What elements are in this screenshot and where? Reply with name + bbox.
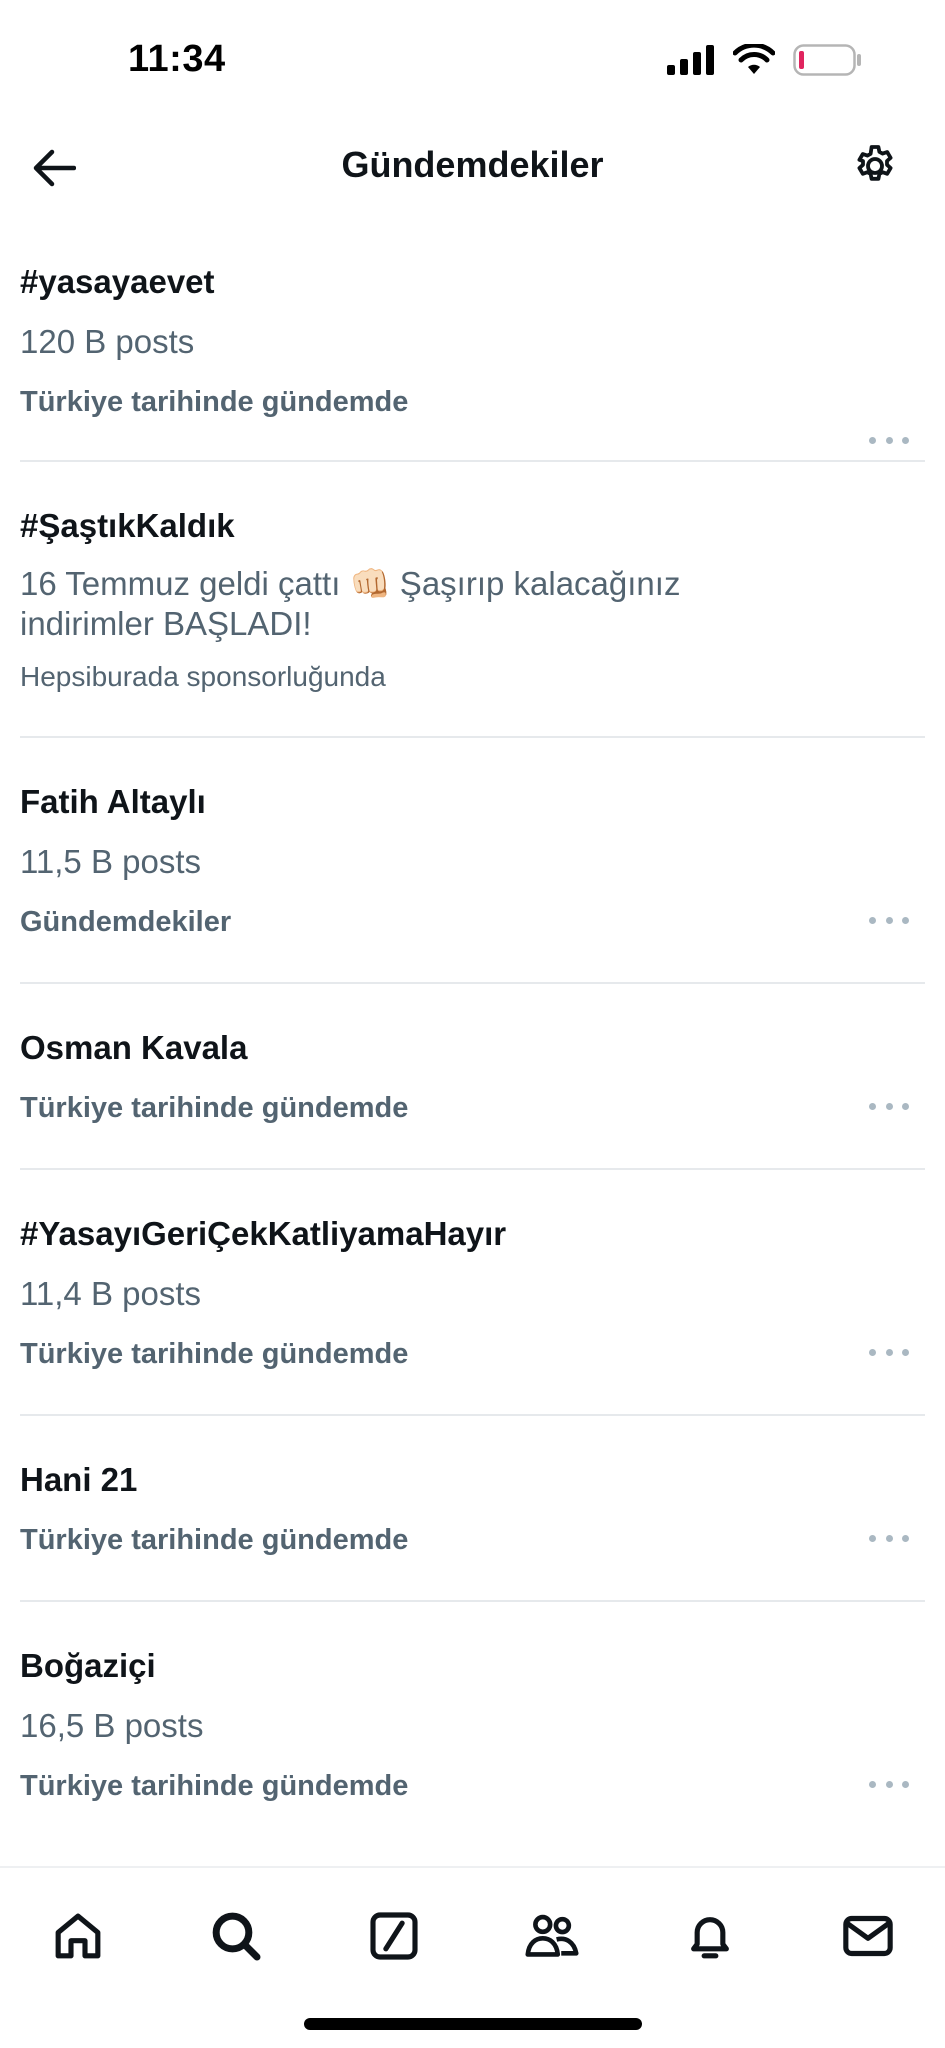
trend-context: Türkiye tarihinde gündemde (20, 1092, 409, 1124)
settings-button[interactable] (849, 140, 901, 192)
trend-context: Türkiye tarihinde gündemde (20, 1524, 409, 1556)
page-header: Gündemdekiler (0, 130, 945, 204)
trend-post-count: 120 B posts (20, 323, 195, 360)
tab-search[interactable] (196, 1896, 276, 1976)
more-button[interactable] (869, 1772, 909, 1796)
home-icon (55, 1913, 101, 1959)
page-title: Gündemdekiler (341, 144, 604, 185)
trend-context: Türkiye tarihinde gündemde (20, 386, 409, 418)
bottom-tab-bar (0, 1866, 945, 2048)
trend-item[interactable]: Fatih Altaylı 11,5 B posts Gündemdekiler (0, 738, 945, 982)
trend-name: Boğaziçi (20, 1647, 156, 1684)
tab-messages[interactable] (828, 1896, 908, 1976)
status-icons (667, 44, 863, 76)
more-button[interactable] (869, 908, 909, 932)
trend-context: Türkiye tarihinde gündemde (20, 1770, 409, 1802)
promoted-trend-item[interactable]: #ŞaştıkKaldık 16 Temmuz geldi çattı 👊🏻 Ş… (0, 462, 945, 736)
tab-home[interactable] (38, 1896, 118, 1976)
home-indicator[interactable] (304, 2018, 642, 2030)
promoted-description: 16 Temmuz geldi çattı 👊🏻 Şaşırıp kalacağ… (20, 564, 925, 644)
more-button[interactable] (869, 428, 909, 452)
trend-name: Hani 21 (20, 1461, 138, 1498)
status-bar: 11:34 (0, 0, 945, 110)
status-time: 11:34 (128, 38, 226, 80)
more-button[interactable] (869, 1526, 909, 1550)
tab-communities[interactable] (512, 1896, 592, 1976)
battery-icon (793, 44, 861, 76)
trend-item[interactable]: Osman Kavala Türkiye tarihinde gündemde (0, 984, 945, 1168)
sponsor-label: Hepsiburada sponsorluğunda (20, 661, 386, 692)
promoted-description-line: indirimler BAŞLADI! (20, 605, 312, 642)
trend-item[interactable]: Hani 21 Türkiye tarihinde gündemde (0, 1416, 945, 1600)
trend-post-count: 16,5 B posts (20, 1707, 204, 1744)
wifi-icon (733, 44, 775, 74)
trend-name: #YasayıGeriÇekKatliyamaHayır (20, 1215, 507, 1252)
messages-icon (843, 1915, 893, 1957)
trend-post-count: 11,4 B posts (20, 1275, 202, 1312)
notifications-icon (691, 1917, 729, 1959)
trend-item[interactable]: Boğaziçi 16,5 B posts Türkiye tarihinde … (0, 1602, 945, 1846)
trend-name: #ŞaştıkKaldık (20, 507, 235, 544)
trend-item[interactable]: #yasayaevet 120 B posts Türkiye tarihind… (0, 240, 945, 460)
gear-icon (857, 145, 893, 181)
compose-icon (370, 1912, 418, 1960)
tab-compose[interactable] (354, 1896, 434, 1976)
trend-name: #yasayaevet (20, 263, 215, 300)
more-button[interactable] (869, 1340, 909, 1364)
trend-list: #yasayaevet 120 B posts Türkiye tarihind… (0, 240, 945, 1846)
communities-icon (525, 1914, 579, 1957)
trend-context: Gündemdekiler (20, 906, 232, 938)
trending-screen: 11:34 Gündemdekiler #yasayaevet 120 B po… (0, 0, 945, 2048)
promoted-description-line: 16 Temmuz geldi çattı 👊🏻 Şaşırıp kalacağ… (20, 565, 681, 602)
tab-notifications[interactable] (670, 1896, 750, 1976)
trend-name: Fatih Altaylı (20, 783, 206, 820)
trend-context: Türkiye tarihinde gündemde (20, 1338, 409, 1370)
more-button[interactable] (869, 1094, 909, 1118)
search-icon (212, 1912, 261, 1961)
trend-post-count: 11,5 B posts (20, 843, 202, 880)
signal-icon (667, 45, 714, 75)
tab-icons (0, 1896, 945, 1976)
trend-name: Osman Kavala (20, 1029, 248, 1066)
trend-item[interactable]: #YasayıGeriÇekKatliyamaHayır 11,4 B post… (0, 1170, 945, 1414)
